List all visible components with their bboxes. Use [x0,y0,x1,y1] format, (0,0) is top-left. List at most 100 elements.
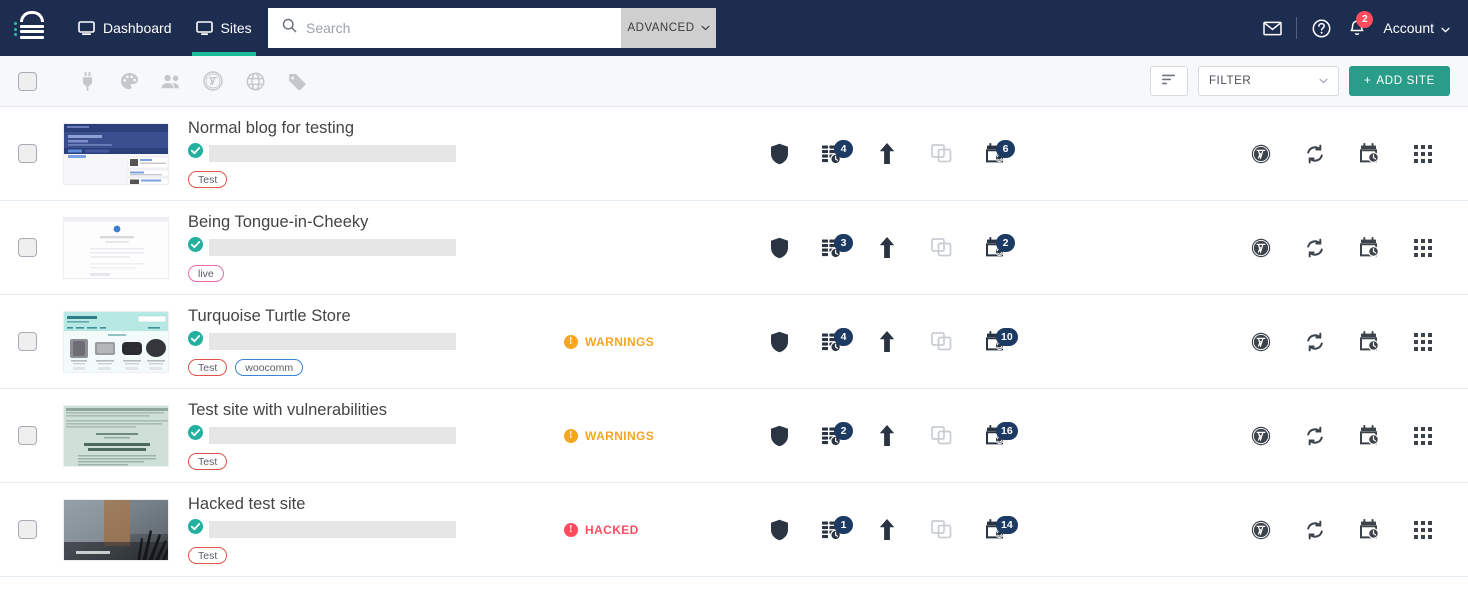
grid-menu-icon[interactable] [1396,129,1450,179]
status-label: WARNINGS [585,428,655,443]
sync-icon[interactable] [1288,505,1342,555]
site-thumbnail[interactable] [63,216,169,279]
arrow-up-icon[interactable] [860,317,914,367]
site-thumbnail[interactable] [63,122,169,185]
tag-icon[interactable] [276,61,318,101]
site-tag[interactable]: Test [188,171,228,188]
backup-database-icon[interactable]: 4 [806,317,860,367]
calendar-clock-icon[interactable] [1342,317,1396,367]
calendar-clock-icon[interactable] [1342,129,1396,179]
site-tag[interactable]: Test [188,547,228,564]
clone-icon[interactable] [914,505,968,555]
calendar-sync-icon[interactable]: 16 [968,411,1022,461]
sync-icon[interactable] [1288,317,1342,367]
security-icon[interactable] [752,223,806,273]
filter-label: FILTER [1208,75,1252,87]
security-icon[interactable] [752,411,806,461]
arrow-up-icon[interactable] [860,411,914,461]
clone-icon[interactable] [914,129,968,179]
clone-icon[interactable] [914,223,968,273]
calendar-clock-icon[interactable] [1342,411,1396,461]
backup-database-icon[interactable]: 1 [806,505,860,555]
palette-icon[interactable] [108,61,150,101]
search-input[interactable] [306,20,611,36]
table-row[interactable]: Turquoise Turtle Store Test woocomm ! WAR… [0,295,1468,389]
site-title[interactable]: Test site with vulnerabilities [188,401,456,420]
connected-check-icon [188,237,203,257]
arrow-up-icon[interactable] [860,129,914,179]
row-actions-right [1234,505,1450,555]
clone-icon[interactable] [914,317,968,367]
backup-database-icon[interactable]: 2 [806,411,860,461]
sync-icon[interactable] [1288,223,1342,273]
wordpress-icon[interactable] [192,61,234,101]
site-thumbnail[interactable] [63,404,169,467]
table-row[interactable]: Being Tongue-in-Cheeky live 3 2 [0,201,1468,295]
select-all-checkbox[interactable] [18,71,37,91]
help-icon[interactable] [1303,0,1339,56]
table-row[interactable]: Normal blog for testing Test 4 6 [0,107,1468,201]
security-icon[interactable] [752,505,806,555]
chevron-down-icon [1319,75,1328,87]
backup-database-icon[interactable]: 4 [806,129,860,179]
sync-icon[interactable] [1288,411,1342,461]
wordpress-icon[interactable] [1234,411,1288,461]
table-row[interactable]: Hacked test site Test ! HACKED 1 14 [0,483,1468,577]
grid-menu-icon[interactable] [1396,505,1450,555]
site-thumbnail[interactable] [63,310,169,373]
calendar-sync-icon[interactable]: 6 [968,129,1022,179]
row-checkbox[interactable] [18,144,37,163]
row-checkbox[interactable] [18,520,37,539]
row-checkbox[interactable] [18,238,37,257]
status-badge[interactable]: ! HACKED [564,522,752,537]
grid-menu-icon[interactable] [1396,317,1450,367]
calendar-sync-icon[interactable]: 10 [968,317,1022,367]
nav-tab-dashboard[interactable]: Dashboard [66,0,184,56]
row-checkbox[interactable] [18,332,37,351]
site-title[interactable]: Normal blog for testing [188,119,456,138]
nav-tab-sites[interactable]: Sites [184,0,264,56]
plug-icon[interactable] [66,61,108,101]
row-checkbox[interactable] [18,426,37,445]
calendar-clock-icon[interactable] [1342,505,1396,555]
grid-menu-icon[interactable] [1396,411,1450,461]
app-logo[interactable] [14,11,44,45]
globe-icon[interactable] [234,61,276,101]
mail-icon[interactable] [1254,0,1290,56]
sort-button[interactable] [1149,66,1188,96]
calendar-clock-icon[interactable] [1342,223,1396,273]
site-title[interactable]: Being Tongue-in-Cheeky [188,213,456,232]
wordpress-icon[interactable] [1234,505,1288,555]
sync-icon[interactable] [1288,129,1342,179]
backup-database-icon[interactable]: 3 [806,223,860,273]
search-box[interactable] [268,8,621,48]
status-badge[interactable]: ! WARNINGS [564,428,752,443]
calendar-sync-icon[interactable]: 2 [968,223,1022,273]
site-tag[interactable]: Test [188,453,228,470]
top-header: Dashboard Sites ADVANCED [0,0,1468,56]
security-icon[interactable] [752,317,806,367]
wordpress-icon[interactable] [1234,129,1288,179]
site-thumbnail[interactable] [63,498,169,561]
site-tag[interactable]: Test [188,359,228,376]
arrow-up-icon[interactable] [860,223,914,273]
arrow-up-icon[interactable] [860,505,914,555]
account-menu[interactable]: Account [1383,20,1450,36]
site-title[interactable]: Turquoise Turtle Store [188,307,456,326]
bell-icon[interactable]: 2 [1339,0,1375,56]
status-badge[interactable]: ! WARNINGS [564,334,752,349]
table-row[interactable]: Test site with vulnerabilities Test ! WA… [0,389,1468,483]
filter-dropdown[interactable]: FILTER [1197,66,1339,96]
wordpress-icon[interactable] [1234,317,1288,367]
site-tag[interactable]: woocomm [235,359,304,376]
add-site-button[interactable]: + ADD SITE [1348,66,1450,96]
calendar-sync-icon[interactable]: 14 [968,505,1022,555]
site-tag[interactable]: live [188,265,224,282]
site-title[interactable]: Hacked test site [188,495,456,514]
advanced-search-button[interactable]: ADVANCED [621,8,716,48]
wordpress-icon[interactable] [1234,223,1288,273]
grid-menu-icon[interactable] [1396,223,1450,273]
clone-icon[interactable] [914,411,968,461]
security-icon[interactable] [752,129,806,179]
users-icon[interactable] [150,61,192,101]
